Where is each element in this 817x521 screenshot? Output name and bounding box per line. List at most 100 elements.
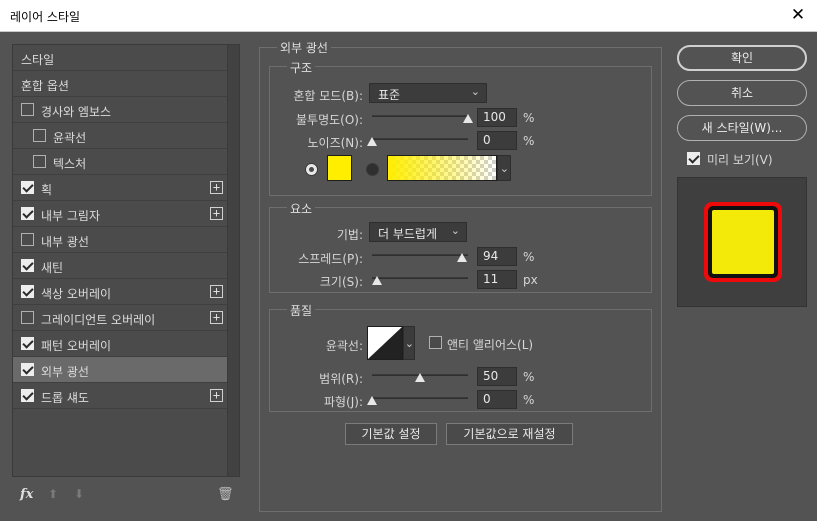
new-style-button[interactable]: 새 스타일(W)... [677, 115, 807, 141]
glow-gradient-swatch[interactable] [387, 155, 497, 181]
style-item-checkbox[interactable] [21, 181, 34, 194]
style-list-scrollbar[interactable] [227, 45, 239, 476]
style-item-label: 새틴 [41, 261, 64, 275]
style-item-checkbox[interactable] [33, 155, 46, 168]
preview-checkbox[interactable] [687, 152, 700, 165]
trash-icon[interactable]: 🗑 [217, 487, 234, 502]
technique-dropdown[interactable]: 더 부드럽게 ⌄ [369, 222, 467, 242]
style-item[interactable]: 드롭 섀도 + [13, 383, 228, 409]
style-preview [677, 177, 807, 307]
quality-title: 품질 [287, 302, 316, 319]
preview-fill [712, 210, 774, 274]
add-effect-icon[interactable]: + [210, 285, 223, 298]
style-item-checkbox[interactable] [33, 129, 46, 142]
size-input[interactable]: 11 [477, 270, 517, 289]
chevron-down-icon: ⌄ [450, 224, 460, 237]
title-bar: 레이어 스타일 ✕ [0, 0, 817, 32]
style-item[interactable]: 색상 오버레이 + [13, 279, 228, 305]
anti-alias-checkbox[interactable] [429, 336, 442, 349]
style-list-header[interactable]: 스타일 [13, 45, 228, 71]
size-label: 크기(S): [319, 275, 363, 289]
opacity-slider-thumb[interactable] [463, 114, 473, 123]
add-effect-icon[interactable]: + [210, 389, 223, 402]
style-item[interactable]: 외부 광선 [13, 357, 228, 383]
style-item-label: 내부 그림자 [41, 209, 101, 223]
style-list-footer: fx ⬆ ⬇ 🗑 [12, 484, 240, 510]
structure-title: 구조 [287, 59, 316, 76]
jitter-input[interactable]: 0 [477, 390, 517, 409]
style-item-checkbox[interactable] [21, 285, 34, 298]
solid-color-radio[interactable] [305, 163, 318, 176]
style-item-label: 내부 광선 [41, 235, 89, 249]
style-item-checkbox[interactable] [21, 363, 34, 376]
style-item-checkbox[interactable] [21, 233, 34, 246]
noise-unit: % [523, 134, 535, 148]
style-item[interactable]: 획 + [13, 175, 228, 201]
style-item[interactable]: 내부 그림자 + [13, 201, 228, 227]
contour-picker-button[interactable]: ⌄ [403, 326, 415, 360]
style-item[interactable]: 내부 광선 [13, 227, 228, 253]
blend-options-item[interactable]: 혼합 옵션 [13, 71, 228, 97]
window-title: 레이어 스타일 [10, 10, 81, 24]
blend-mode-dropdown[interactable]: 표준 ⌄ [369, 83, 487, 103]
blend-mode-value: 표준 [378, 88, 401, 102]
style-item-label: 텍스처 [53, 157, 87, 171]
style-item[interactable]: 패턴 오버레이 [13, 331, 228, 357]
spread-label: 스프레드(P): [298, 252, 363, 266]
style-item[interactable]: 그레이디언트 오버레이 + [13, 305, 228, 331]
contour-preview[interactable] [367, 326, 403, 360]
blend-mode-label: 혼합 모드(B): [293, 89, 363, 103]
jitter-label: 파형(J): [323, 395, 363, 409]
style-item[interactable]: 경사와 엠보스 [13, 97, 228, 123]
style-item-checkbox[interactable] [21, 103, 34, 116]
fx-icon[interactable]: fx [20, 487, 33, 502]
opacity-input[interactable]: 100 [477, 108, 517, 127]
size-slider[interactable] [372, 277, 468, 279]
range-input[interactable]: 50 [477, 367, 517, 386]
blend-options-label: 혼합 옵션 [21, 79, 69, 93]
jitter-slider[interactable] [372, 397, 468, 399]
gradient-radio[interactable] [366, 163, 379, 176]
reset-default-button[interactable]: 기본값으로 재설정 [446, 423, 573, 445]
spread-slider-thumb[interactable] [457, 253, 468, 262]
gradient-picker-button[interactable]: ⌄ [497, 155, 511, 181]
ok-button[interactable]: 확인 [677, 45, 807, 71]
range-unit: % [523, 370, 535, 384]
noise-slider[interactable] [372, 138, 468, 140]
range-slider-thumb[interactable] [415, 373, 425, 382]
style-item[interactable]: 윤곽선 [13, 123, 228, 149]
style-item-checkbox[interactable] [21, 337, 34, 350]
close-icon[interactable]: ✕ [787, 4, 809, 26]
glow-color-swatch[interactable] [327, 155, 352, 181]
chevron-down-icon: ⌄ [404, 337, 414, 350]
noise-label: 노이즈(N): [307, 136, 363, 150]
style-item-checkbox[interactable] [21, 389, 34, 402]
size-unit: px [523, 273, 538, 287]
jitter-slider-thumb[interactable] [367, 396, 377, 405]
opacity-slider[interactable] [372, 115, 468, 117]
add-effect-icon[interactable]: + [210, 207, 223, 220]
style-item[interactable]: 텍스처 [13, 149, 228, 175]
style-item-checkbox[interactable] [21, 259, 34, 272]
size-slider-thumb[interactable] [371, 276, 382, 285]
style-item-label: 패턴 오버레이 [41, 339, 112, 353]
spread-input[interactable]: 94 [477, 247, 517, 266]
style-item-label: 외부 광선 [41, 365, 89, 379]
technique-label: 기법: [336, 228, 363, 242]
move-up-icon[interactable]: ⬆ [48, 487, 58, 501]
add-effect-icon[interactable]: + [210, 311, 223, 324]
style-item[interactable]: 새틴 [13, 253, 228, 279]
spread-slider[interactable] [372, 254, 468, 256]
anti-alias-label: 앤티 앨리어스(L) [447, 338, 534, 352]
noise-input[interactable]: 0 [477, 131, 517, 150]
noise-slider-thumb[interactable] [367, 137, 377, 146]
make-default-button[interactable]: 기본값 설정 [345, 423, 437, 445]
move-down-icon[interactable]: ⬇ [74, 487, 84, 501]
cancel-button[interactable]: 취소 [677, 80, 807, 106]
opacity-unit: % [523, 111, 535, 125]
style-item-checkbox[interactable] [21, 311, 34, 324]
style-list-header-label: 스타일 [21, 53, 55, 67]
spread-unit: % [523, 250, 535, 264]
style-item-checkbox[interactable] [21, 207, 34, 220]
add-effect-icon[interactable]: + [210, 181, 223, 194]
